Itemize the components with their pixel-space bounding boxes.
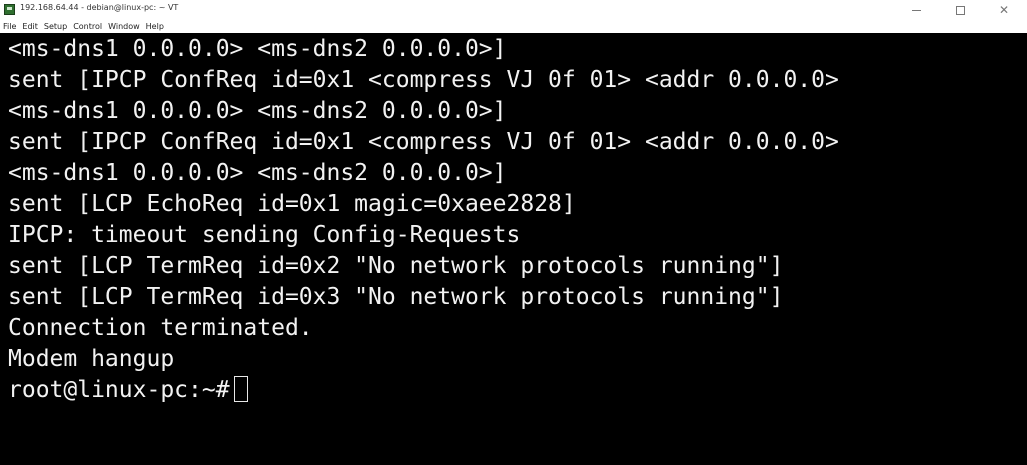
menu-window[interactable]: Window	[108, 22, 140, 31]
terminal-output[interactable]: <ms-dns1 0.0.0.0> <ms-dns2 0.0.0.0>] sen…	[0, 33, 1027, 465]
terminal-line: sent [IPCP ConfReq id=0x1 <compress VJ 0…	[8, 129, 839, 155]
terminal-app-icon[interactable]	[4, 4, 15, 15]
maximize-icon	[955, 5, 965, 15]
window-title: 192.168.64.44 - debian@linux-pc: ~ VT	[20, 3, 179, 12]
menu-file[interactable]: File	[3, 22, 16, 31]
menu-help[interactable]: Help	[146, 22, 164, 31]
terminal-line: sent [IPCP ConfReq id=0x1 <compress VJ 0…	[8, 67, 839, 93]
close-button[interactable]: ✕	[984, 0, 1024, 20]
menu-edit[interactable]: Edit	[22, 22, 38, 31]
minimize-icon	[911, 9, 921, 11]
terminal-line: Modem hangup	[8, 346, 175, 372]
menu-setup[interactable]: Setup	[44, 22, 67, 31]
prompt-line[interactable]: root@linux-pc:~#	[8, 375, 248, 406]
close-icon: ✕	[998, 3, 1010, 17]
shell-prompt: root@linux-pc:~#	[8, 377, 230, 403]
minimize-button[interactable]	[896, 0, 936, 20]
terminal-line: sent [LCP EchoReq id=0x1 magic=0xaee2828…	[8, 191, 576, 217]
terminal-line: sent [LCP TermReq id=0x3 "No network pro…	[8, 284, 784, 310]
terminal-line: <ms-dns1 0.0.0.0> <ms-dns2 0.0.0.0>]	[8, 98, 507, 124]
terminal-line: Connection terminated.	[8, 315, 313, 341]
maximize-button[interactable]	[940, 0, 980, 20]
terminal-line: IPCP: timeout sending Config-Requests	[8, 222, 521, 248]
text-cursor	[233, 376, 248, 402]
title-bar[interactable]: 192.168.64.44 - debian@linux-pc: ~ VT ✕	[0, 0, 1027, 20]
terminal-line: <ms-dns1 0.0.0.0> <ms-dns2 0.0.0.0>]	[8, 160, 507, 186]
terminal-line: <ms-dns1 0.0.0.0> <ms-dns2 0.0.0.0>]	[8, 36, 507, 62]
menu-bar: File Edit Setup Control Window Help	[0, 20, 1027, 33]
terminal-line: sent [LCP TermReq id=0x2 "No network pro…	[8, 253, 784, 279]
menu-control[interactable]: Control	[73, 22, 102, 31]
